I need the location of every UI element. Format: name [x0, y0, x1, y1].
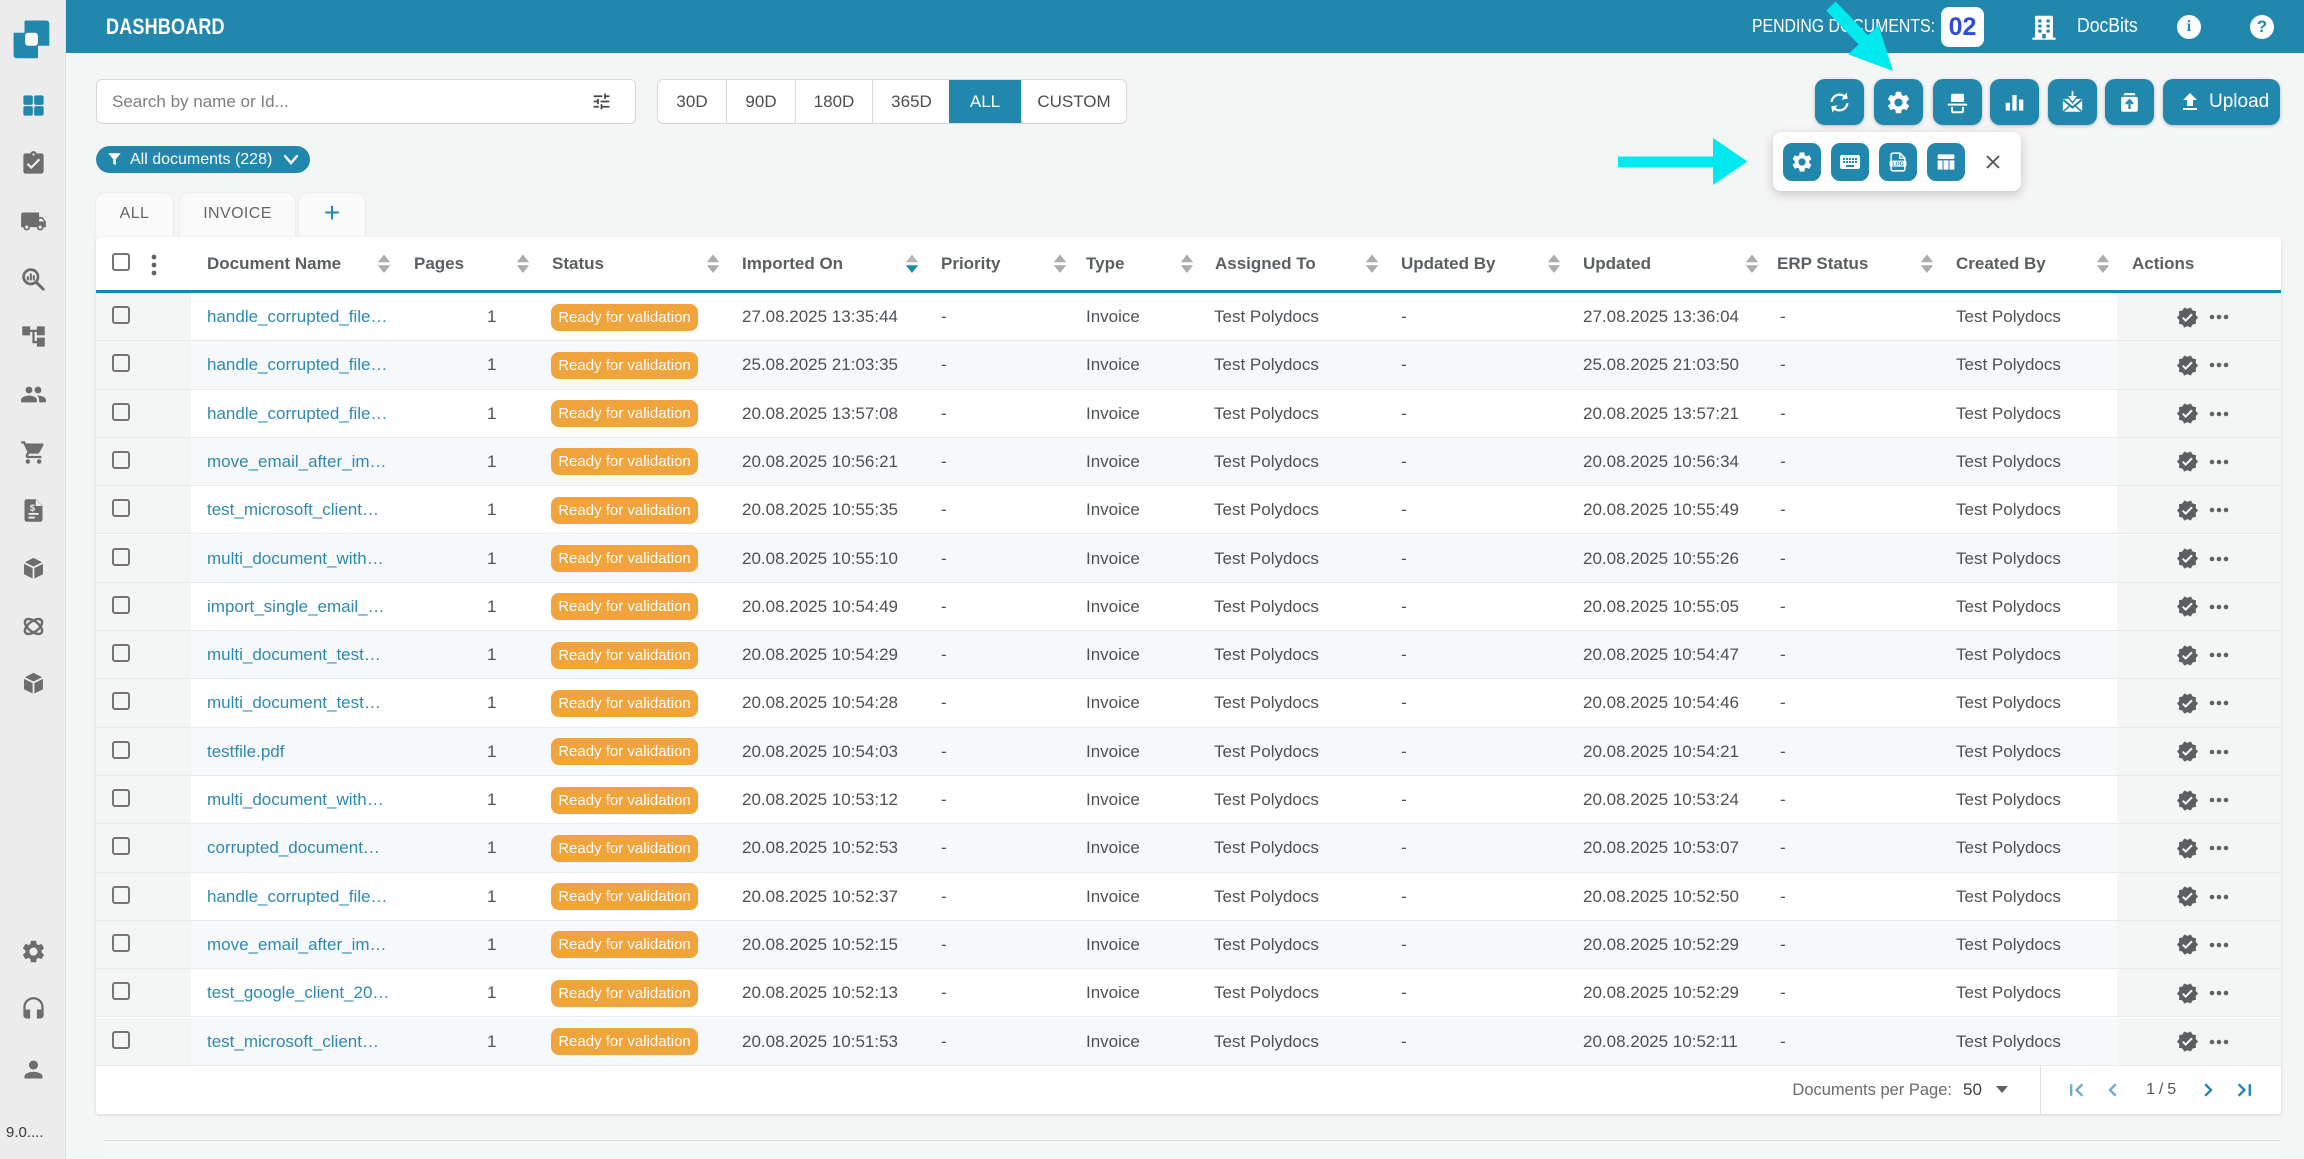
svg-text:$: $: [30, 503, 36, 514]
